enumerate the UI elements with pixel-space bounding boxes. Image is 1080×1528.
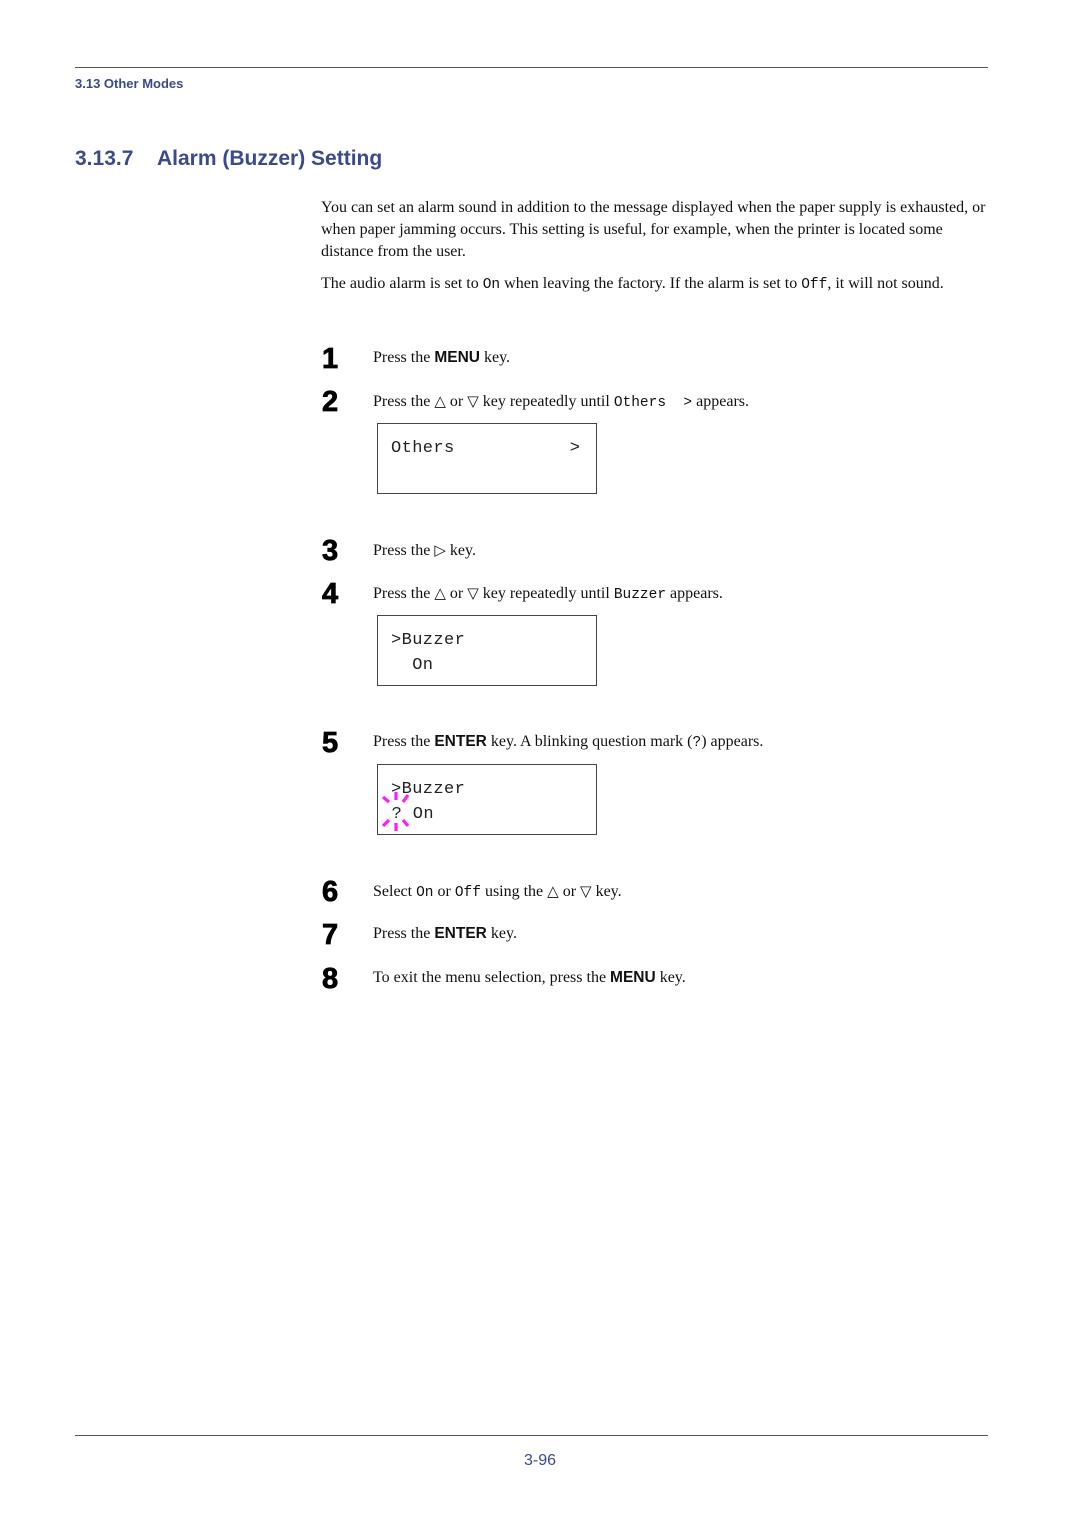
page-number: 3-96 [523, 1452, 557, 1469]
code-on: On [482, 277, 501, 293]
step-number: 3 [322, 535, 339, 568]
code-question-mark: ? [692, 735, 702, 751]
up-arrow-icon: △ [434, 392, 446, 410]
enter-key-label: ENTER [434, 733, 487, 750]
step-text: Press the △ or ▽ key repeatedly until Ot… [373, 392, 749, 411]
code-others: Others > [613, 395, 693, 411]
step-4: 4 Press the △ or ▽ key repeatedly until … [322, 578, 982, 611]
step-number: 8 [322, 963, 339, 996]
step-text: Press the ENTER key. [373, 925, 517, 942]
step-number: 7 [322, 919, 339, 952]
lcd-line-1: Others [391, 439, 455, 458]
step-text: Select On or Off using the △ or ▽ key. [373, 882, 622, 901]
menu-key-label: MENU [610, 969, 656, 986]
menu-key-label: MENU [434, 349, 480, 366]
header-rule [75, 67, 988, 68]
lcd-display-buzzer: >Buzzer On [377, 615, 597, 686]
step-5: 5 Press the ENTER key. A blinking questi… [322, 727, 982, 760]
code-buzzer: Buzzer [613, 587, 667, 603]
lcd-line-2: On [391, 656, 434, 675]
lcd-display-others: Others > [377, 423, 597, 494]
lcd-line-1: >Buzzer [391, 631, 466, 650]
down-arrow-icon: ▽ [467, 392, 479, 410]
step-number: 2 [322, 386, 339, 419]
step-2: 2 Press the △ or ▽ key repeatedly until … [322, 386, 982, 419]
step-8: 8 To exit the menu selection, press the … [322, 963, 982, 996]
lcd-submenu-indicator: > [569, 439, 580, 458]
running-header: 3.13 Other Modes [75, 76, 184, 91]
step-text: Press the MENU key. [373, 349, 511, 366]
right-arrow-icon: ▷ [434, 541, 446, 559]
step-number: 6 [322, 876, 339, 909]
blink-indicator-icon [381, 792, 410, 831]
section-title: 3.13.7 Alarm (Buzzer) Setting [75, 147, 382, 171]
step-number: 5 [322, 727, 339, 760]
step-3: 3 Press the ▷ key. [322, 535, 982, 568]
step-number: 1 [322, 343, 339, 376]
intro-paragraph: You can set an alarm sound in addition t… [321, 199, 986, 260]
footer-rule [75, 1435, 988, 1436]
enter-key-label: ENTER [434, 925, 487, 942]
step-text: To exit the menu selection, press the ME… [373, 969, 686, 986]
step-number: 4 [322, 578, 339, 611]
up-arrow-icon: △ [547, 882, 559, 900]
down-arrow-icon: ▽ [467, 584, 479, 602]
lcd-display-buzzer-blinking: >Buzzer ? On [377, 764, 597, 835]
step-text: Press the ▷ key. [373, 541, 476, 559]
step-text: Press the ENTER key. A blinking question… [373, 733, 764, 751]
section-title-text: Alarm (Buzzer) Setting [157, 147, 383, 170]
step-7: 7 Press the ENTER key. [322, 919, 982, 952]
step-text: Press the △ or ▽ key repeatedly until Bu… [373, 584, 723, 603]
step-6: 6 Select On or Off using the △ or ▽ key. [322, 876, 982, 909]
code-off: Off [801, 277, 828, 293]
section-number: 3.13.7 [75, 147, 134, 170]
factory-default-paragraph: The audio alarm is set to On when leavin… [321, 275, 944, 293]
down-arrow-icon: ▽ [580, 882, 592, 900]
up-arrow-icon: △ [434, 584, 446, 602]
step-1: 1 Press the MENU key. [322, 343, 982, 376]
code-on: On [416, 885, 434, 901]
code-off: Off [454, 885, 481, 901]
